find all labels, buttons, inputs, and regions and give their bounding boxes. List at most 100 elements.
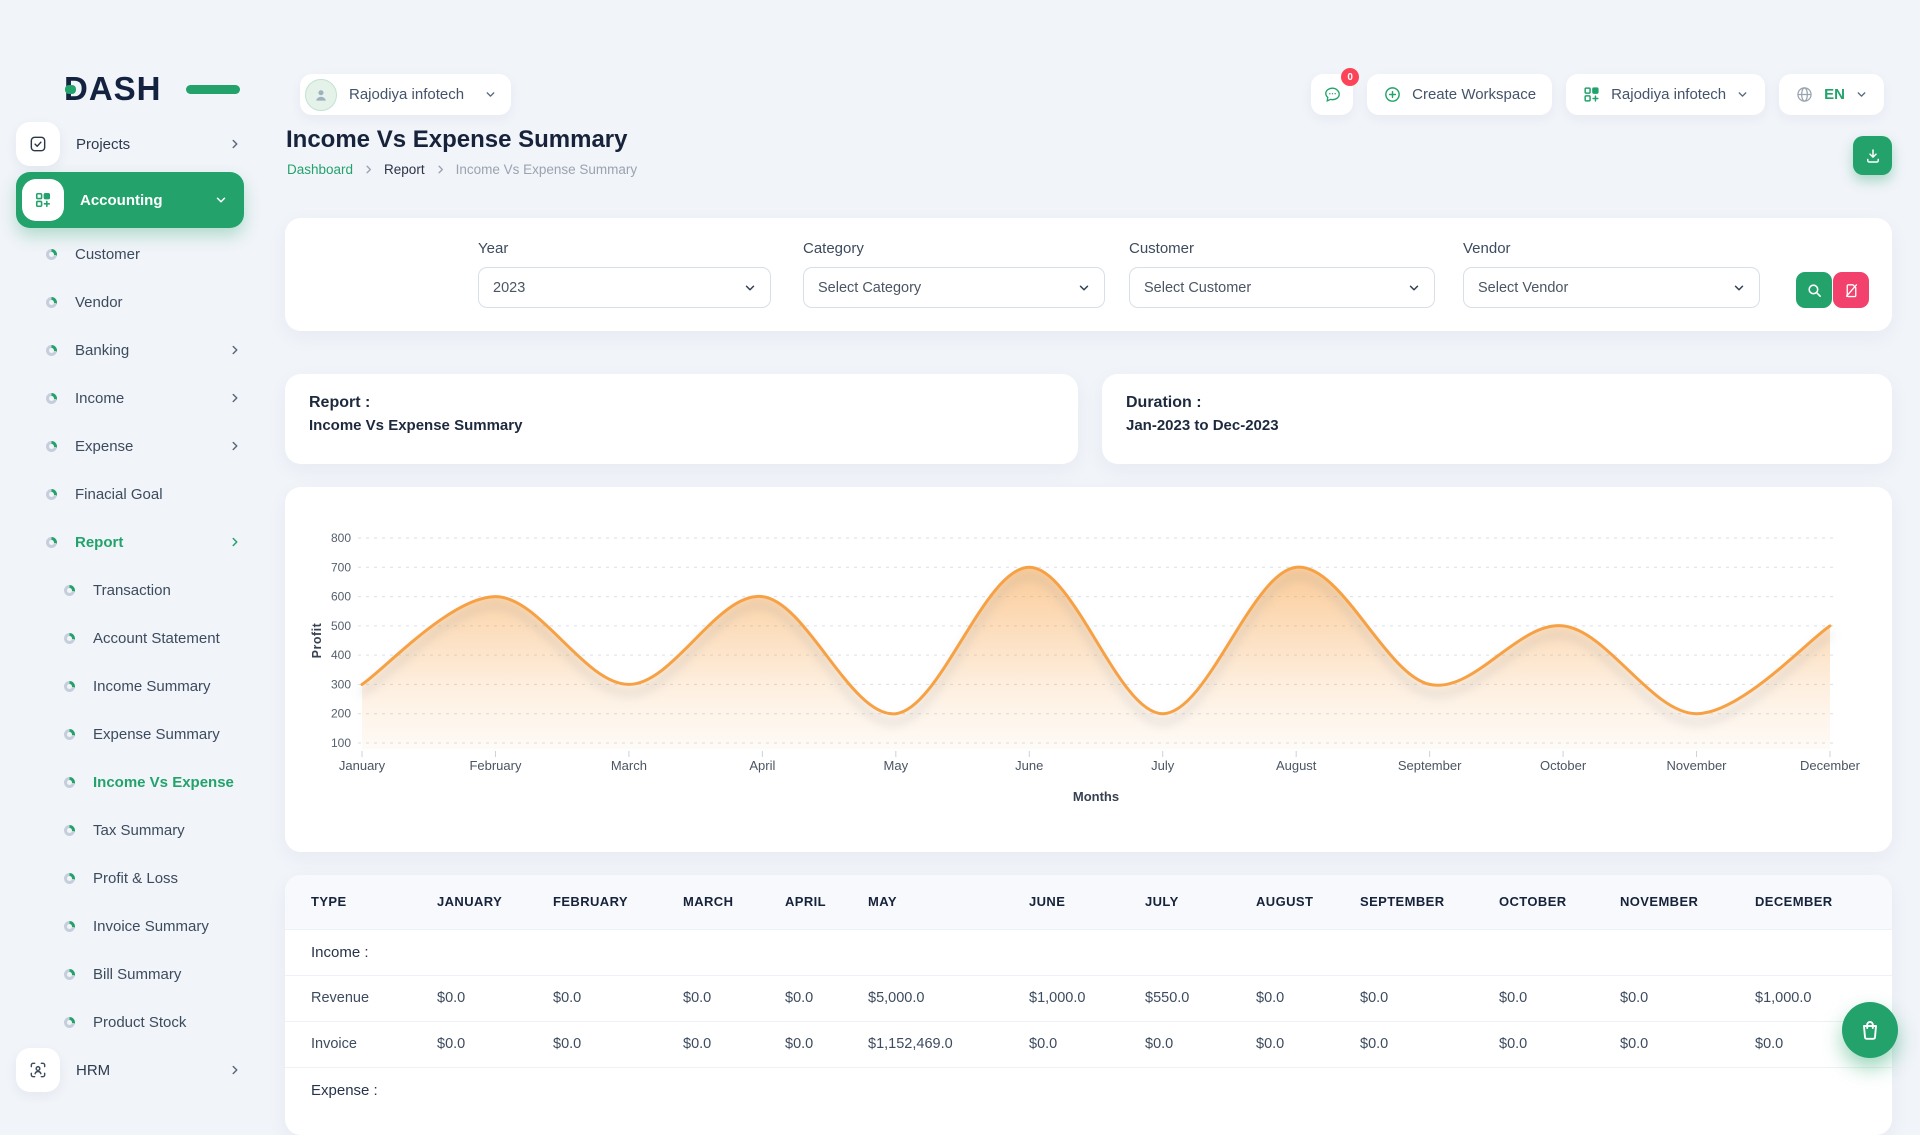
category-select[interactable]: Select Category (803, 267, 1105, 308)
svg-text:May: May (884, 758, 909, 773)
sidebar-item-profit-loss[interactable]: Profit & Loss (0, 854, 262, 902)
chevron-down-icon (484, 88, 497, 101)
chevron-right-icon (228, 343, 242, 357)
vendor-select[interactable]: Select Vendor (1463, 267, 1760, 308)
breadcrumb-report-link[interactable]: Report (384, 162, 425, 177)
cell-value: $0.0 (1145, 1021, 1256, 1067)
cell-value (1755, 1067, 1892, 1113)
cell-value (553, 1067, 683, 1113)
cell-value: $0.0 (1620, 1021, 1755, 1067)
search-icon (1806, 282, 1823, 299)
breadcrumb-dashboard-link[interactable]: Dashboard (287, 162, 353, 177)
report-card-title: Report : (309, 394, 1054, 412)
sidebar-item-label: Income Summary (93, 678, 242, 695)
column-header-april: APRIL (785, 875, 868, 929)
svg-text:April: April (749, 758, 775, 773)
sidebar-item-product-stock[interactable]: Product Stock (0, 998, 262, 1046)
sidebar-item-hrm[interactable]: HRM (0, 1046, 262, 1094)
create-workspace-label: Create Workspace (1412, 86, 1536, 103)
year-select-value: 2023 (493, 280, 525, 296)
create-workspace-button[interactable]: Create Workspace (1367, 74, 1552, 115)
sidebar-item-accounting[interactable]: Accounting (16, 172, 244, 228)
cell-value (785, 929, 868, 975)
sidebar-item-expense[interactable]: Expense (0, 422, 262, 470)
workspace-select-label: Rajodiya infotech (1611, 86, 1726, 103)
chevron-down-icon (1732, 281, 1746, 295)
sidebar-item-label: Expense (75, 438, 228, 455)
apply-filter-button[interactable] (1796, 272, 1832, 308)
cell-value (437, 1067, 553, 1113)
chevron-right-icon (228, 535, 242, 549)
sidebar-item-income-summary[interactable]: Income Summary (0, 662, 262, 710)
year-select[interactable]: 2023 (478, 267, 771, 308)
svg-text:July: July (1151, 758, 1175, 773)
cell-value: $0.0 (437, 975, 553, 1021)
row-label: Expense : (285, 1067, 437, 1113)
row-label: Invoice (285, 1021, 437, 1067)
sidebar-item-transaction[interactable]: Transaction (0, 566, 262, 614)
globe-icon (1795, 85, 1814, 104)
workspace-chip[interactable]: Rajodiya infotech (300, 74, 511, 115)
sidebar-item-invoice-summary[interactable]: Invoice Summary (0, 902, 262, 950)
sidebar-item-label: Customer (75, 246, 242, 263)
customer-select[interactable]: Select Customer (1129, 267, 1435, 308)
svg-text:January: January (339, 758, 386, 773)
duration-card: Duration : Jan-2023 to Dec-2023 (1102, 374, 1892, 464)
sidebar-item-income[interactable]: Income (0, 374, 262, 422)
language-label: EN (1824, 86, 1845, 103)
cell-value (868, 929, 1029, 975)
cell-value: $0.0 (1620, 975, 1755, 1021)
cell-value: $0.0 (1499, 975, 1620, 1021)
sidebar: DASH ProjectsAccountingCustomerVendorBan… (0, 0, 262, 1080)
sidebar-item-expense-summary[interactable]: Expense Summary (0, 710, 262, 758)
reset-filter-button[interactable] (1833, 272, 1869, 308)
cell-value (1145, 1067, 1256, 1113)
bullet-icon (64, 825, 75, 836)
bullet-icon (64, 873, 75, 884)
bullet-icon (46, 489, 57, 500)
cell-value (1499, 1067, 1620, 1113)
table-row-revenue: Revenue$0.0$0.0$0.0$0.0$5,000.0$1,000.0$… (285, 975, 1892, 1021)
cell-value: $0.0 (683, 975, 785, 1021)
sidebar-item-projects[interactable]: Projects (0, 120, 262, 168)
sidebar-item-label: Projects (76, 136, 228, 153)
download-button[interactable] (1853, 136, 1892, 175)
language-select[interactable]: EN (1779, 74, 1884, 115)
breadcrumb: Dashboard Report Income Vs Expense Summa… (287, 162, 637, 177)
workspace-select[interactable]: Rajodiya infotech (1566, 74, 1765, 115)
svg-text:Profit: Profit (310, 622, 324, 658)
sidebar-item-income-vs-expense[interactable]: Income Vs Expense (0, 758, 262, 806)
sidebar-item-label: Income (75, 390, 228, 407)
bullet-icon (64, 777, 75, 788)
income-expense-table-card: TYPEJANUARYFEBRUARYMARCHAPRILMAYJUNEJULY… (285, 875, 1892, 1135)
breadcrumb-separator-icon (435, 164, 446, 175)
cell-value: $0.0 (553, 1021, 683, 1067)
sidebar-item-report[interactable]: Report (0, 518, 262, 566)
logo-accent-bar (186, 85, 240, 94)
messages-button[interactable]: 0 (1311, 74, 1353, 115)
cell-value (1499, 929, 1620, 975)
download-icon (1864, 147, 1882, 165)
bullet-icon (46, 249, 57, 260)
sidebar-item-account-statement[interactable]: Account Statement (0, 614, 262, 662)
pos-floating-button[interactable] (1842, 1002, 1898, 1058)
grid-icon (1582, 85, 1601, 104)
sidebar-item-label: Account Statement (93, 630, 242, 647)
sidebar-item-tax-summary[interactable]: Tax Summary (0, 806, 262, 854)
sidebar-item-banking[interactable]: Banking (0, 326, 262, 374)
sidebar-item-label: Product Stock (93, 1014, 242, 1031)
sidebar-item-finacial-goal[interactable]: Finacial Goal (0, 470, 262, 518)
bullet-icon (64, 969, 75, 980)
sidebar-item-label: Expense Summary (93, 726, 242, 743)
cell-value: $0.0 (1029, 1021, 1145, 1067)
sidebar-item-vendor[interactable]: Vendor (0, 278, 262, 326)
sidebar-item-bill-summary[interactable]: Bill Summary (0, 950, 262, 998)
svg-text:700: 700 (331, 560, 351, 574)
sidebar-item-label: Accounting (80, 192, 214, 209)
customer-select-value: Select Customer (1144, 280, 1251, 296)
cell-value (1145, 929, 1256, 975)
chevron-right-icon (228, 391, 242, 405)
sidebar-item-label: Profit & Loss (93, 870, 242, 887)
sidebar-item-customer[interactable]: Customer (0, 230, 262, 278)
chevron-down-icon (1077, 281, 1091, 295)
